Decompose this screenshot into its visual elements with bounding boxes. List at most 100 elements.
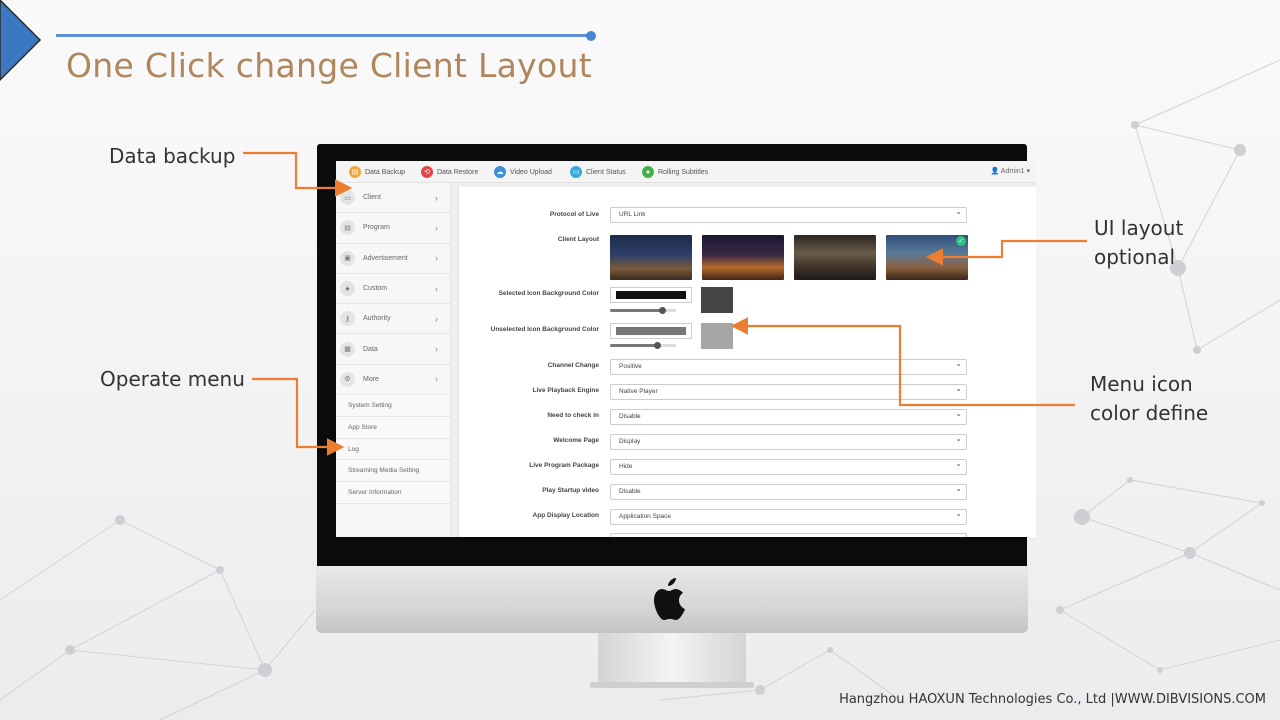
sidebar-item-label: Client [363, 194, 381, 202]
sidebar-item-label: Data [363, 345, 378, 353]
title-underline [56, 34, 590, 37]
welcome-page-select[interactable]: Display [610, 434, 967, 450]
callout-menu-icon-color-line1: Menu icon [1090, 372, 1193, 396]
sidebar-item-program[interactable]: ▤ Program › [336, 213, 450, 244]
unselected-color-swatch [701, 323, 733, 349]
chevron-right-icon: › [435, 253, 438, 264]
toolbar-video-upload-button[interactable]: ☁ Video Upload [494, 165, 552, 179]
user-name: Admin1 [1000, 168, 1025, 175]
main-content: Protocol of Live URL Link Client Layout … [451, 183, 1036, 537]
toolbar-data-restore-button[interactable]: ⟲ Data Restore [421, 165, 478, 179]
channel-change-select[interactable]: Positive [610, 359, 967, 375]
app-toolbar: ▤ Data Backup ⟲ Data Restore ☁ Video Upl… [336, 161, 1036, 183]
selected-color-slider[interactable] [610, 306, 676, 314]
monitor-icon: ▭ [570, 166, 582, 178]
layout-thumbnail-1[interactable] [610, 235, 692, 280]
database-icon: ▤ [349, 166, 361, 178]
sidebar-item-label: Program [363, 224, 390, 232]
cloud-upload-icon: ☁ [494, 166, 506, 178]
chevron-down-icon: ▾ [1026, 168, 1030, 175]
unselected-color-input[interactable] [610, 323, 692, 339]
toolbar-rolling-subtitles-label: Rolling Subtitles [658, 168, 709, 176]
sidebar: ▭ Client › ▤ Program › ▣ Advertisement ›… [336, 183, 451, 537]
play-startup-video-select[interactable]: Disable [610, 484, 967, 500]
sidebar-item-label: Authority [363, 315, 391, 323]
live-playback-engine-select[interactable]: Native Player [610, 384, 967, 400]
toolbar-data-backup-button[interactable]: ▤ Data Backup [349, 165, 405, 179]
sidebar-item-client[interactable]: ▭ Client › [336, 183, 450, 214]
apple-logo-icon [654, 578, 685, 620]
chevron-right-icon: › [435, 374, 438, 385]
layout-thumbnail-4-selected[interactable]: ✓ [886, 235, 968, 280]
chevron-right-icon: › [435, 313, 438, 324]
chevron-right-icon: › [435, 344, 438, 355]
layout-thumbnail-2[interactable] [702, 235, 784, 280]
chevron-right-icon: › [435, 283, 438, 294]
toolbar-data-restore-label: Data Restore [437, 168, 479, 176]
toolbar-client-status-button[interactable]: ▭ Client Status [570, 165, 626, 179]
app-display-location-label: App Display Location [532, 512, 599, 519]
need-to-check-in-select[interactable]: Disable [610, 409, 967, 425]
footer-company: Hangzhou HAOXUN Technologies Co., Ltd |W… [839, 692, 1266, 707]
restore-icon: ⟲ [421, 166, 433, 178]
toolbar-data-backup-label: Data Backup [365, 168, 406, 176]
selected-color-fill [616, 291, 686, 299]
user-icon: 👤 [990, 168, 1000, 175]
toolbar-client-status-label: Client Status [586, 168, 626, 176]
need-to-check-in-label: Need to check in [547, 412, 599, 419]
protocol-select[interactable]: URL Link [610, 207, 967, 223]
selected-slider-fill [610, 309, 663, 312]
callout-data-backup: Data backup [109, 144, 236, 168]
layout-thumbnail-3[interactable] [794, 235, 876, 280]
protocol-label: Protocol of Live [549, 211, 599, 218]
star-icon: ★ [340, 281, 355, 297]
callout-menu-icon-color: Menu icon color define [1090, 370, 1208, 428]
unselected-slider-knob[interactable] [654, 341, 662, 349]
sidebar-item-custom[interactable]: ★ Custom › [336, 274, 450, 305]
sidebar-item-more[interactable]: ⚙ More › [336, 365, 450, 396]
selected-icon-bg-color-label: Selected Icon Background Color [498, 290, 599, 297]
corner-arrow-decoration [0, 0, 42, 82]
sidebar-item-label: More [363, 375, 379, 383]
next-select-partial[interactable] [610, 533, 967, 537]
sidebar-subitem-app-store[interactable]: App Store [336, 416, 450, 439]
app-screen: ▤ Data Backup ⟲ Data Restore ☁ Video Upl… [336, 161, 1036, 537]
unselected-color-fill [616, 327, 686, 335]
film-icon: ▤ [340, 220, 355, 236]
chevron-right-icon: › [435, 192, 438, 203]
sidebar-subitem-streaming-media-setting[interactable]: Streaming Media Setting [336, 460, 450, 483]
slide-title: One Click change Client Layout [66, 46, 592, 85]
key-icon: ⚷ [340, 311, 355, 327]
callout-operate-menu: Operate menu [100, 367, 245, 391]
sidebar-item-authority[interactable]: ⚷ Authority › [336, 304, 450, 335]
channel-change-label: Channel Change [547, 362, 599, 369]
sidebar-item-advertisement[interactable]: ▣ Advertisement › [336, 244, 450, 274]
settings-form: Protocol of Live URL Link Client Layout … [458, 187, 1036, 537]
selected-color-swatch [701, 287, 733, 313]
unselected-color-slider[interactable] [610, 341, 676, 349]
selected-color-input[interactable] [610, 287, 692, 303]
sidebar-subitem-system-setting[interactable]: System Setting [336, 395, 450, 417]
sidebar-subitem-server-information[interactable]: Server Information [336, 482, 450, 505]
app-display-location-select[interactable]: Application Space [610, 509, 967, 525]
live-playback-engine-label: Live Playback Engine [532, 387, 599, 394]
play-startup-video-label: Play Startup video [542, 487, 599, 494]
monitor-icon: ▭ [340, 190, 355, 206]
user-menu[interactable]: 👤 Admin1 ▾ [991, 167, 1030, 175]
chart-icon: ▦ [340, 341, 355, 357]
chat-icon: ● [642, 166, 654, 178]
live-program-package-select[interactable]: Hide [610, 459, 967, 475]
callout-ui-layout: UI layout optional [1094, 214, 1183, 272]
monitor-stand [598, 633, 746, 685]
selected-slider-knob[interactable] [659, 306, 667, 314]
toolbar-rolling-subtitles-button[interactable]: ● Rolling Subtitles [642, 165, 708, 179]
unselected-icon-bg-color-label: Unselected Icon Background Color [490, 326, 599, 333]
sidebar-subitem-log[interactable]: Log [336, 438, 450, 461]
sidebar-item-data[interactable]: ▦ Data › [336, 334, 450, 365]
callout-menu-icon-color-line2: color define [1090, 401, 1209, 425]
live-program-package-label: Live Program Package [529, 462, 599, 469]
callout-ui-layout-line2: optional [1094, 245, 1176, 269]
image-icon: ▣ [340, 250, 355, 266]
welcome-page-label: Welcome Page [553, 437, 599, 444]
title-line-dot [586, 31, 596, 41]
